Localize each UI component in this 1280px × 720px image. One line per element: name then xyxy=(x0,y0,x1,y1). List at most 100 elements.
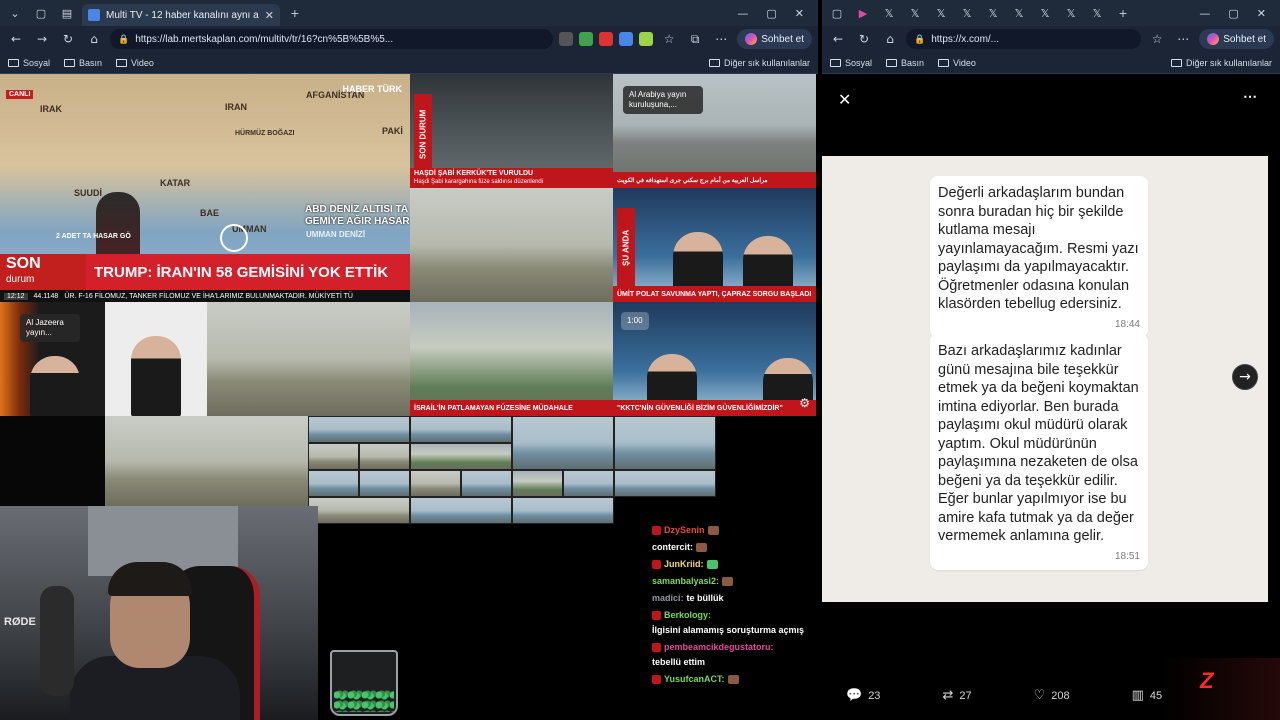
workspaces-icon[interactable]: ▢ xyxy=(826,3,848,23)
bookmark-label: Sosyal xyxy=(845,57,873,68)
tab-actions-icon[interactable]: ⌄ xyxy=(4,3,26,23)
minimize-icon[interactable]: — xyxy=(737,7,748,20)
bookmark-folder-sosyal[interactable]: Sosyal xyxy=(830,58,872,68)
chat-message: pembeamcikdegustatoru: tebellü ettim xyxy=(652,641,818,668)
bookmark-folder-basin[interactable]: Basın xyxy=(64,58,102,68)
extension-icon[interactable] xyxy=(579,32,594,46)
favorites-icon[interactable]: ☆ xyxy=(1147,29,1167,49)
bookmark-folder-sosyal[interactable]: Sosyal xyxy=(8,58,50,68)
close-window-icon[interactable]: ✕ xyxy=(1257,7,1266,20)
mini-cam[interactable] xyxy=(410,497,512,524)
close-window-icon[interactable]: ✕ xyxy=(795,7,804,20)
back-icon[interactable]: ← xyxy=(6,29,26,49)
tile-4[interactable] xyxy=(410,188,613,302)
x-tab-icon[interactable]: 𝕏 xyxy=(904,3,926,23)
refresh-icon[interactable]: ↻ xyxy=(854,29,874,49)
copilot-chat-button[interactable]: Sohbet et xyxy=(737,29,812,49)
x-tab-icon[interactable]: 𝕏 xyxy=(1060,3,1082,23)
tile-lower-bar: ÜMİT POLAT SAVUNMA YAPTI, ÇAPRAZ SORGU B… xyxy=(613,286,816,302)
mini-cam[interactable] xyxy=(308,497,410,524)
favorites-icon[interactable]: ☆ xyxy=(659,29,679,49)
bookmark-folder-video[interactable]: Video xyxy=(938,58,976,68)
x-tab-icon[interactable]: 𝕏 xyxy=(1086,3,1108,23)
mini-cam[interactable] xyxy=(563,470,614,497)
like-button[interactable]: ♡ 208 xyxy=(1034,688,1070,703)
repost-button[interactable]: ⇄ 27 xyxy=(942,688,971,703)
extension-icon[interactable] xyxy=(639,32,654,46)
x-media-viewer: ✕ ⋯ Değerli arkadaşlarım bundan sonra bu… xyxy=(822,74,1280,720)
copilot-chat-button[interactable]: Sohbet et xyxy=(1199,29,1274,49)
mini-cam[interactable] xyxy=(410,470,461,497)
mini-cam[interactable] xyxy=(461,470,512,497)
tile-interview[interactable] xyxy=(105,302,207,416)
reply-button[interactable]: 💬 23 xyxy=(846,688,880,703)
forward-icon[interactable]: → xyxy=(32,29,52,49)
ticker-time: 12:12 xyxy=(4,292,28,300)
more-options-icon[interactable]: ⋯ xyxy=(1243,88,1258,105)
views-button[interactable]: ▥ 45 xyxy=(1132,688,1163,703)
mini-cam[interactable] xyxy=(359,443,410,470)
settings-gear-icon[interactable]: ⚙ xyxy=(799,396,810,410)
new-tab-icon[interactable]: + xyxy=(284,3,306,23)
maximize-icon[interactable]: ▢ xyxy=(766,7,776,20)
extension-icon[interactable] xyxy=(619,32,634,46)
mini-cam[interactable] xyxy=(359,470,410,497)
mini-cam[interactable] xyxy=(512,416,614,470)
mini-cam[interactable] xyxy=(308,470,359,497)
tab-multitv[interactable]: Multi TV - 12 haber kanalını aynı a ✕ xyxy=(82,4,280,26)
tile-8[interactable]: 1:00 "KKTC'NİN GÜVENLİĞİ BİZİM GÜVENLİĞİ… xyxy=(613,302,816,416)
tile-city-cam[interactable] xyxy=(207,302,410,416)
close-tab-icon[interactable]: ✕ xyxy=(265,9,274,22)
tile-3[interactable]: Al Arabiya yayın kuruluşuna,... مراسل ال… xyxy=(613,74,816,188)
mini-cam[interactable] xyxy=(512,497,614,524)
url-field[interactable]: 🔒 https://x.com/... xyxy=(906,29,1142,49)
map-label: SUUDİ xyxy=(74,188,103,198)
x-tab-icon[interactable]: 𝕏 xyxy=(982,3,1004,23)
x-tab-icon[interactable]: 𝕏 xyxy=(878,3,900,23)
x-tab-icon[interactable]: 𝕏 xyxy=(1034,3,1056,23)
workspaces-icon[interactable]: ▢ xyxy=(30,3,52,23)
mini-cam[interactable] xyxy=(512,470,563,497)
more-icon[interactable]: ⋯ xyxy=(1173,29,1193,49)
bookmark-folder-video[interactable]: Video xyxy=(116,58,154,68)
refresh-icon[interactable]: ↻ xyxy=(58,29,78,49)
home-icon[interactable]: ⌂ xyxy=(880,29,900,49)
mini-cam[interactable] xyxy=(614,470,716,497)
x-tab-icon[interactable]: 𝕏 xyxy=(1008,3,1030,23)
mini-cam[interactable] xyxy=(308,416,410,443)
tile-2[interactable]: SON DURUM HAŞDİ ŞABİ KERKÜK'TE VURULDU H… xyxy=(410,74,613,188)
folder-icon xyxy=(830,58,841,67)
tile-6-aljazeera[interactable]: Al Jazeera yayın... xyxy=(0,302,105,416)
x-tab-icon[interactable]: 𝕏 xyxy=(956,3,978,23)
extension-icon[interactable] xyxy=(599,32,614,46)
minimize-icon[interactable]: — xyxy=(1199,7,1210,20)
tile-7[interactable]: İSRAİL'İN PATLAMAYAN FÜZESİNE MÜDAHALE xyxy=(410,302,613,416)
player-overlay[interactable]: Al Arabiya yayın kuruluşuna,... xyxy=(623,86,703,114)
collections-icon[interactable]: ⧉ xyxy=(685,29,705,49)
tile-5[interactable]: ŞU ANDA ÜMİT POLAT SAVUNMA YAPTI, ÇAPRAZ… xyxy=(613,188,816,302)
bookmark-folder-basin[interactable]: Basın xyxy=(886,58,924,68)
maximize-icon[interactable]: ▢ xyxy=(1228,7,1238,20)
url-field[interactable]: 🔒 https://lab.mertskaplan.com/multitv/tr… xyxy=(110,29,554,49)
tab-list-icon[interactable]: ▤ xyxy=(56,3,78,23)
player-overlay[interactable]: Al Jazeera yayın... xyxy=(20,314,80,342)
tile-lower-bar: İSRAİL'İN PATLAMAYAN FÜZESİNE MÜDAHALE xyxy=(410,400,613,416)
other-favorites[interactable]: Diğer sık kullanılanlar xyxy=(708,58,810,68)
home-icon[interactable]: ⌂ xyxy=(84,29,104,49)
back-icon[interactable]: ← xyxy=(828,29,848,49)
mini-cam[interactable] xyxy=(308,443,359,470)
mini-cam[interactable] xyxy=(614,416,716,470)
extension-icon[interactable] xyxy=(559,32,574,46)
tile-main-haberturk[interactable]: CANLI IRAK IRAN AFGANİSTAN PAKİ HÜRMÜZ B… xyxy=(0,74,410,302)
youtube-tab-icon[interactable]: ▶ xyxy=(852,3,874,23)
close-viewer-icon[interactable]: ✕ xyxy=(838,90,851,109)
new-tab-icon[interactable]: + xyxy=(1112,3,1134,23)
mini-cam[interactable] xyxy=(410,443,512,470)
streamer-hair xyxy=(108,562,192,596)
next-image-arrow-icon[interactable]: → xyxy=(1232,364,1258,390)
mini-cam[interactable] xyxy=(410,416,512,443)
tile-city-cam-2[interactable] xyxy=(105,416,308,506)
x-tab-icon[interactable]: 𝕏 xyxy=(930,3,952,23)
other-favorites[interactable]: Diğer sık kullanılanlar xyxy=(1170,58,1272,68)
more-icon[interactable]: ⋯ xyxy=(711,29,731,49)
